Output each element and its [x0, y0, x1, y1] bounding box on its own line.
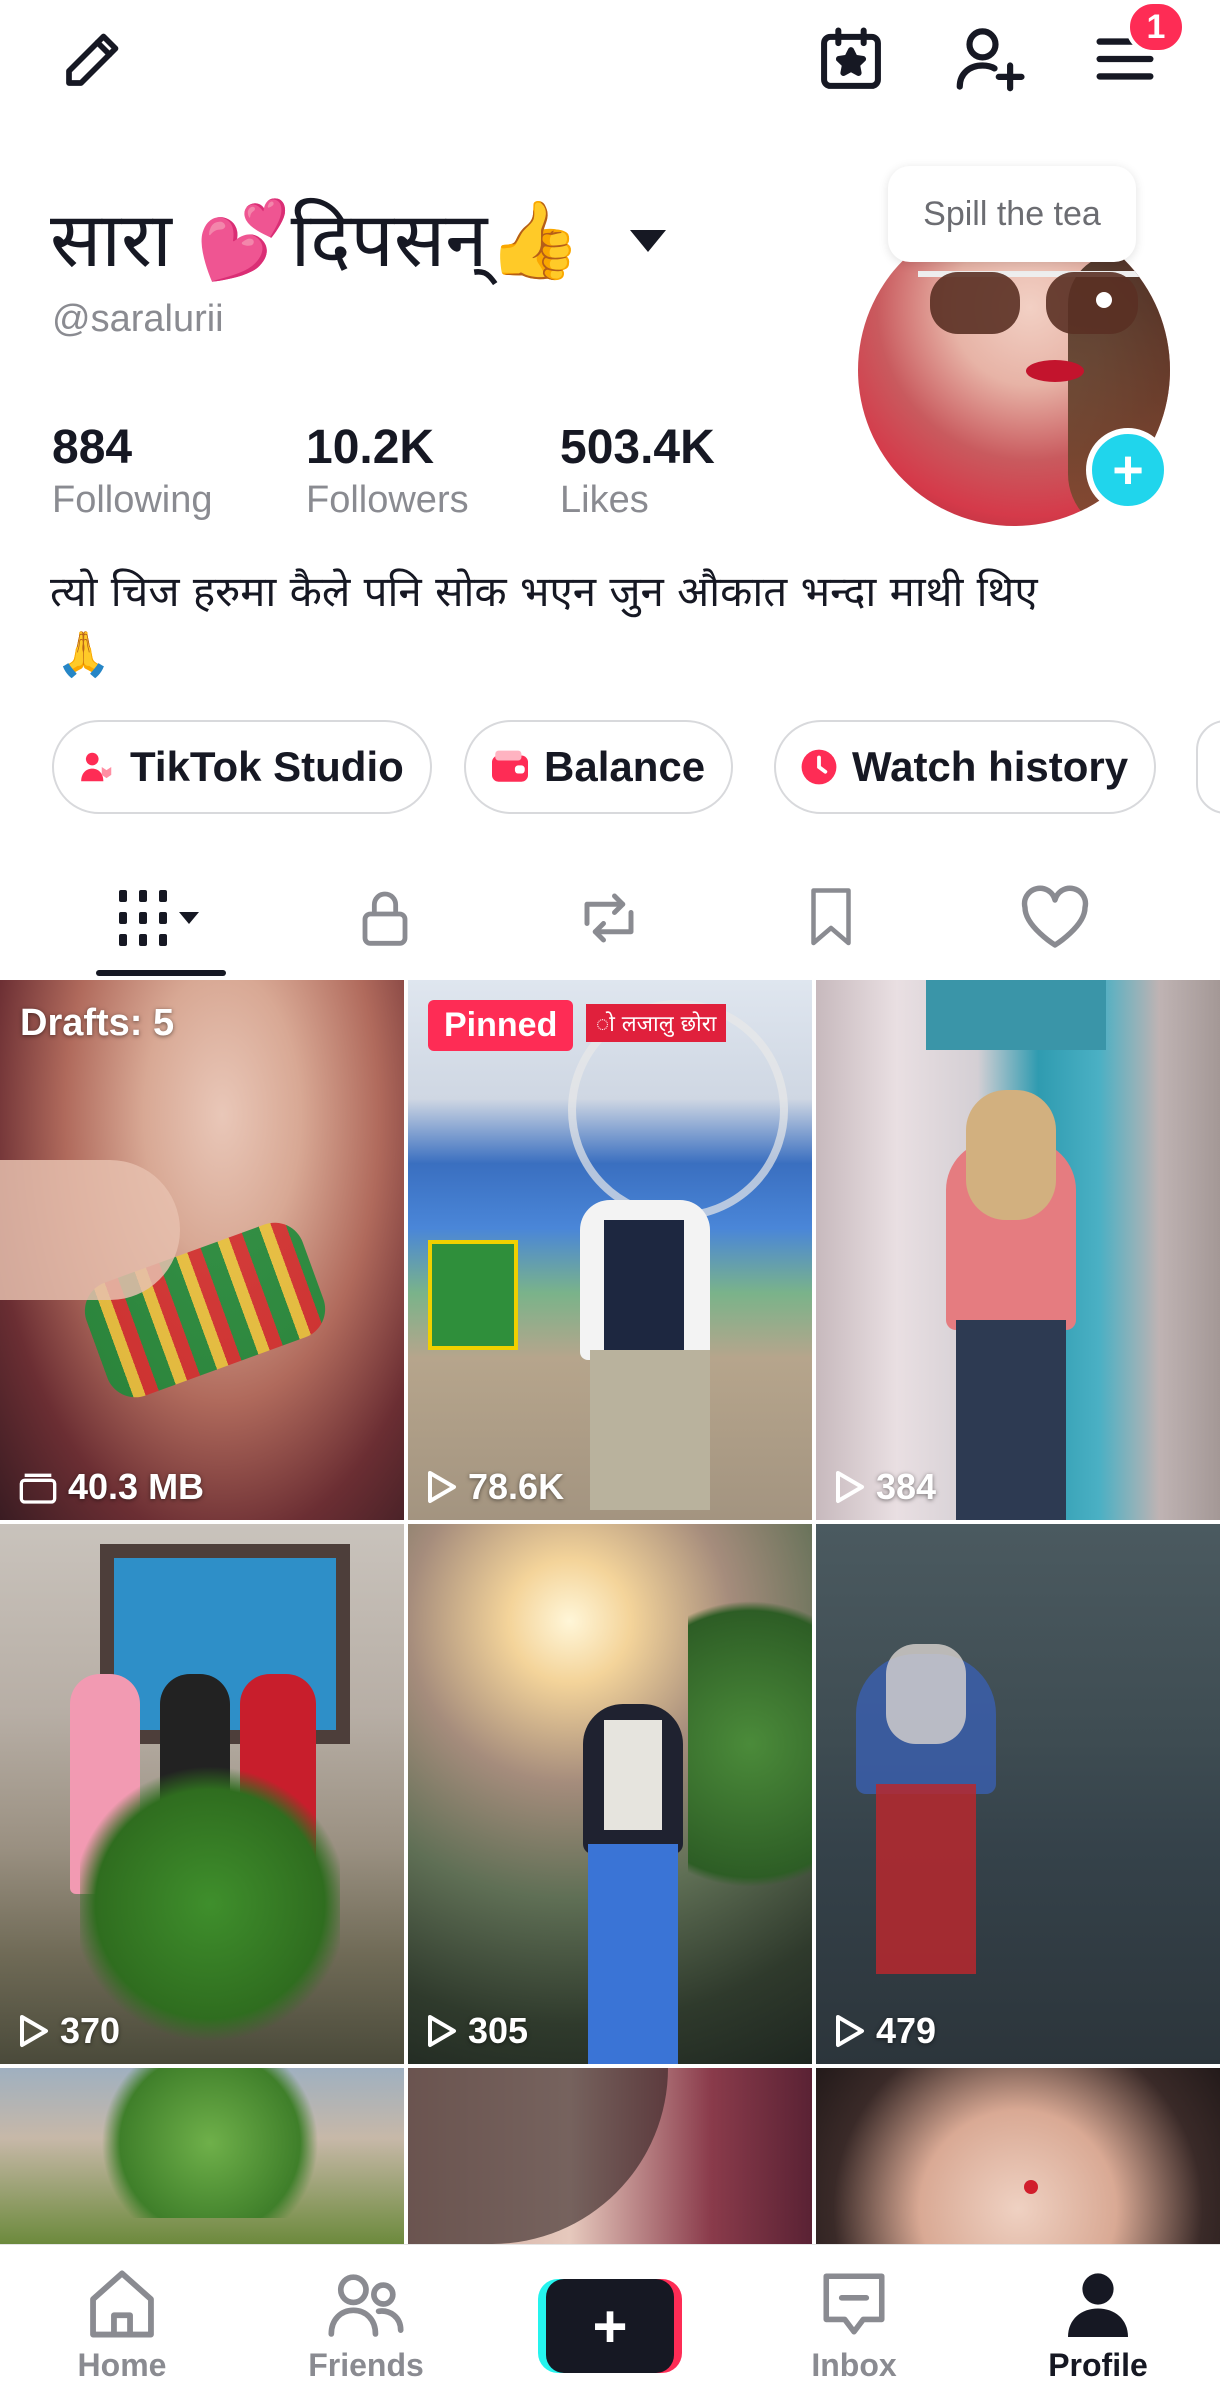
home-icon: [83, 2267, 161, 2341]
chip-tiktok-studio-label: TikTok Studio: [130, 743, 404, 790]
tile-stat: 384: [834, 1466, 936, 1508]
videos-grid-icon: [111, 886, 211, 950]
tile-stat: 479: [834, 2010, 936, 2052]
bottom-navigation: Home Friends + Inbox Profile: [0, 2244, 1220, 2396]
video-tile[interactable]: 305: [408, 1524, 812, 2064]
calendar-star-icon[interactable]: [806, 14, 896, 104]
video-tile-drafts[interactable]: Drafts: 5 40.3 MB: [0, 980, 404, 1520]
chip-watch-history-label: Watch history: [852, 743, 1129, 790]
chip-balance-label: Balance: [544, 743, 706, 790]
play-icon: [18, 2013, 60, 2049]
drafts-label: Drafts: 5: [20, 1002, 175, 1044]
lock-icon: [353, 885, 417, 951]
video-tile[interactable]: 384: [816, 980, 1220, 1520]
create-button[interactable]: +: [538, 2279, 682, 2373]
nav-friends[interactable]: Friends: [276, 2245, 456, 2396]
video-tile-pinned[interactable]: Pinned ो लजालु छोरा 78.6K: [408, 980, 812, 1520]
chip-watch-history[interactable]: Watch history: [774, 720, 1157, 814]
bookmark-icon: [801, 883, 861, 953]
nav-home[interactable]: Home: [32, 2245, 212, 2396]
tile-stat: 370: [18, 2010, 120, 2052]
nav-friends-label: Friends: [308, 2347, 424, 2383]
active-tab-indicator: [96, 970, 226, 976]
nav-profile-label: Profile: [1048, 2347, 1148, 2383]
drafts-icon: [18, 1470, 68, 1504]
tab-favorites[interactable]: [776, 868, 886, 968]
profile-icon: [1062, 2267, 1134, 2341]
stat-followers-label: Followers: [306, 479, 469, 521]
display-name[interactable]: सारा 💕दिपसन्👍: [50, 190, 582, 290]
grid-divider: [0, 1520, 1220, 1524]
tab-videos[interactable]: [106, 868, 216, 968]
clock-icon: [800, 748, 838, 786]
nav-inbox-label: Inbox: [811, 2347, 897, 2383]
add-story-plus-icon[interactable]: +: [1086, 428, 1170, 512]
friends-icon: [325, 2267, 407, 2341]
pinned-badge: Pinned: [428, 1000, 574, 1051]
stat-following[interactable]: 884 Following: [52, 420, 213, 524]
stat-following-value: 884: [52, 421, 133, 474]
stat-following-label: Following: [52, 479, 213, 521]
chip-tiktok-studio[interactable]: TikTok Studio: [52, 720, 432, 814]
tile-stat: 40.3 MB: [18, 1466, 204, 1508]
video-tile[interactable]: [408, 2068, 812, 2244]
pinned-video-caption: ो लजालु छोरा: [586, 1004, 727, 1042]
bio-emoji: 🙏: [56, 630, 111, 679]
repost-icon: [574, 885, 644, 951]
username-handle: @saralurii: [52, 298, 224, 340]
wallet-icon: [490, 749, 530, 785]
play-icon: [426, 2013, 468, 2049]
play-icon: [426, 1469, 468, 1505]
stat-followers-value: 10.2K: [306, 421, 435, 474]
account-switch-caret-icon[interactable]: [628, 228, 668, 254]
add-friend-icon[interactable]: [944, 14, 1034, 104]
play-icon: [834, 2013, 876, 2049]
heart-icon: [1019, 885, 1091, 951]
bio-text: त्यो चिज हरुमा कैले पनि सोक भएन जुन औकात…: [50, 567, 1038, 616]
tab-liked[interactable]: [1000, 868, 1110, 968]
stat-likes-label: Likes: [560, 479, 649, 521]
video-tile[interactable]: [0, 2068, 404, 2244]
video-tile[interactable]: 479: [816, 1524, 1220, 2064]
chip-overflow[interactable]: [1196, 720, 1220, 814]
avatar-speech-bubble[interactable]: Spill the tea: [888, 166, 1136, 262]
edit-pencil-icon[interactable]: [48, 14, 138, 104]
nav-home-label: Home: [77, 2347, 167, 2383]
grid-divider: [0, 2064, 1220, 2068]
video-tile[interactable]: 370: [0, 1524, 404, 2064]
notification-badge: 1: [1126, 0, 1186, 54]
studio-icon: [78, 748, 116, 786]
tab-private[interactable]: [330, 868, 440, 968]
video-tile[interactable]: [816, 2068, 1220, 2244]
avatar-sunglasses: [918, 271, 1148, 334]
stat-likes-value: 503.4K: [560, 421, 715, 474]
stat-followers[interactable]: 10.2K Followers: [306, 420, 469, 524]
play-icon: [834, 1469, 876, 1505]
tile-stat: 305: [426, 2010, 528, 2052]
tab-reposts[interactable]: [554, 868, 664, 968]
nav-profile[interactable]: Profile: [1008, 2245, 1188, 2396]
grid-divider: [404, 980, 408, 2244]
inbox-icon: [817, 2267, 891, 2341]
stat-likes[interactable]: 503.4K Likes: [560, 420, 715, 524]
tile-stat: 78.6K: [426, 1466, 564, 1508]
grid-divider: [812, 980, 816, 2244]
nav-inbox[interactable]: Inbox: [764, 2245, 944, 2396]
create-icon: +: [546, 2279, 674, 2373]
chip-balance[interactable]: Balance: [464, 720, 734, 814]
